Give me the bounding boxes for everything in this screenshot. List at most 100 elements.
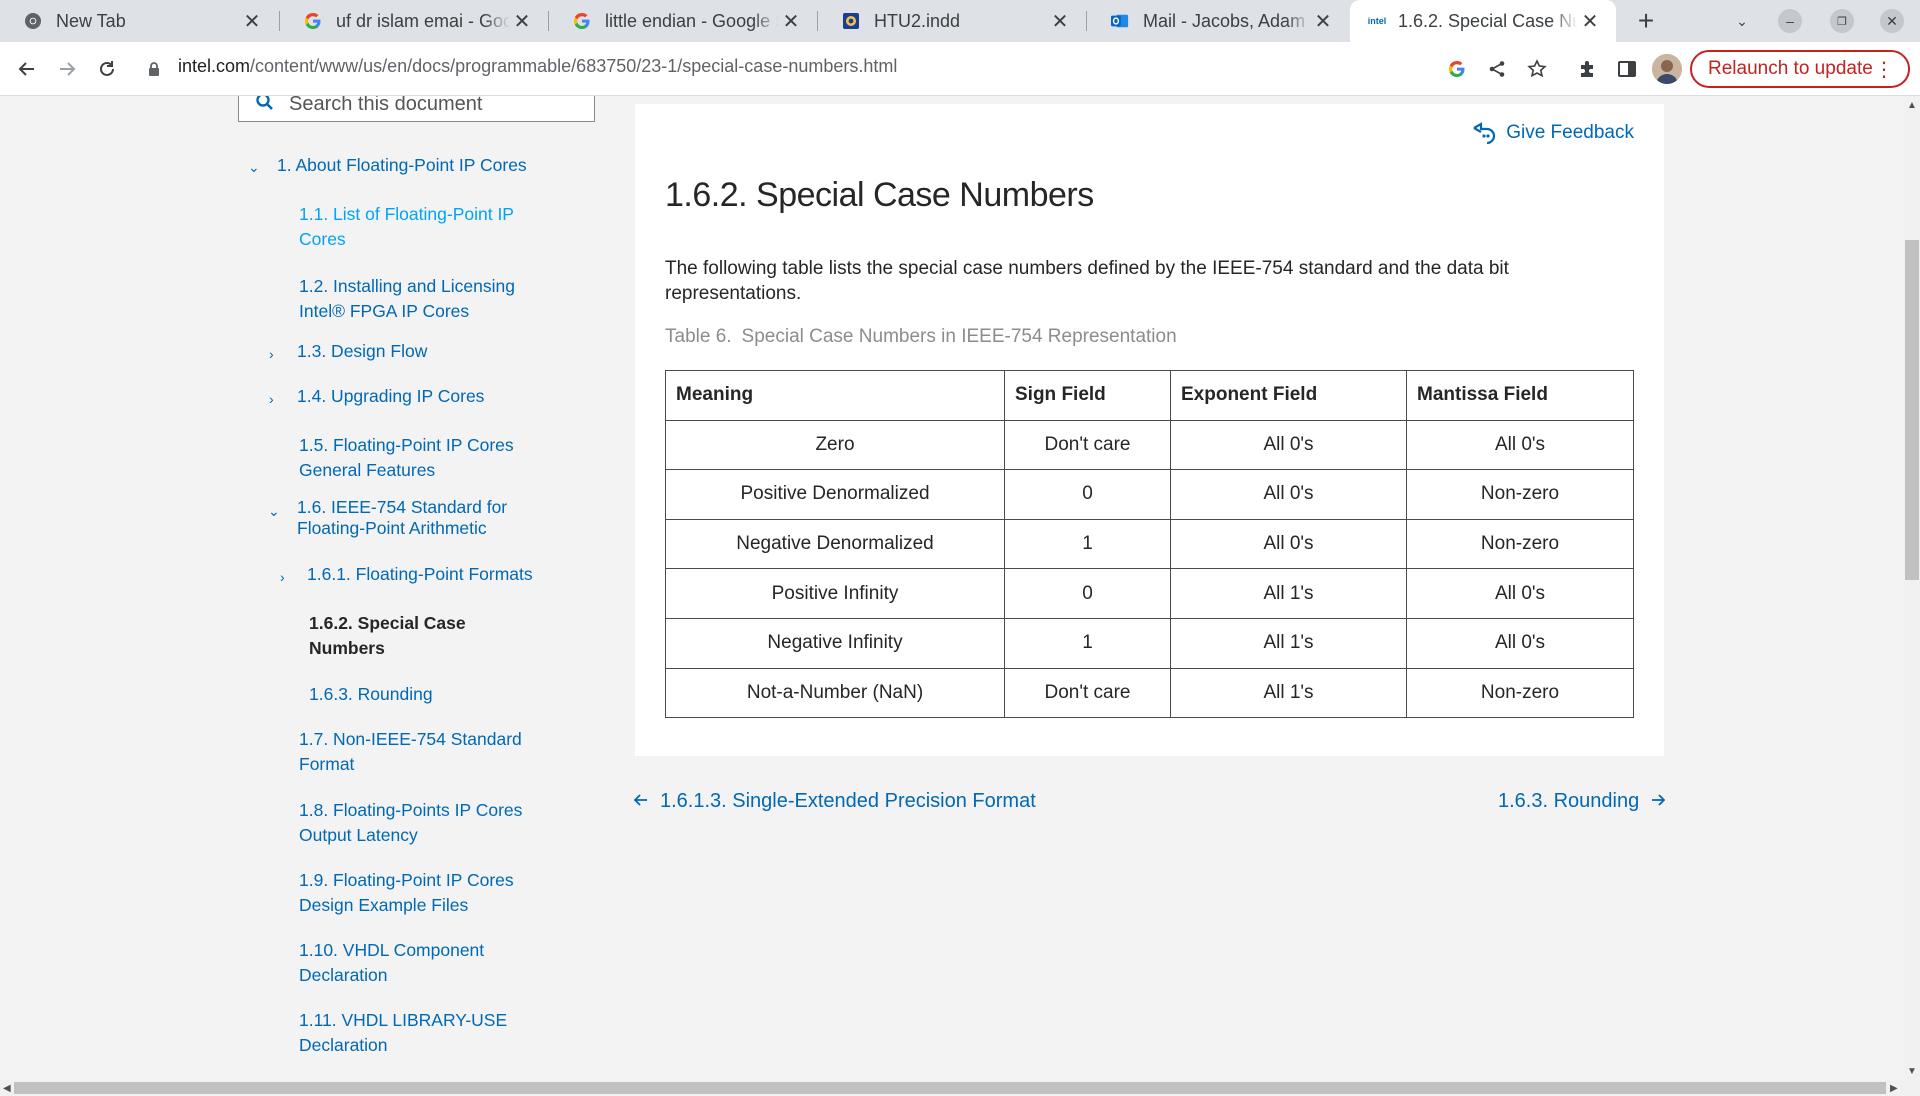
scroll-up-arrow-icon[interactable]: ▲ (1907, 100, 1917, 111)
chevron-down-icon[interactable]: ⌄ (268, 504, 282, 518)
toc-item-upgrading-ip-cores[interactable]: 1.4. Upgrading IP Cores (297, 384, 537, 409)
close-icon[interactable]: ✕ (1578, 9, 1602, 34)
toc-item-ieee-754-standard[interactable]: 1.6. IEEE-754 Standard for Floating-Poin… (297, 497, 537, 539)
tab-title: HTU2.indd (874, 10, 961, 31)
next-page-link[interactable]: 1.6.3. Rounding (1498, 790, 1666, 813)
previous-page-label: 1.6.1.3. Single-Extended Precision Forma… (660, 790, 1036, 812)
side-panel-icon[interactable] (1614, 56, 1640, 82)
tab-outlook-mail[interactable]: Mail - Jacobs, Adam S ✕ (1087, 0, 1349, 42)
table-row: Positive Denormalized 0 All 0's Non-zero (665, 469, 1634, 520)
more-menu-icon[interactable]: ⋮ (1874, 57, 1894, 82)
table-header-row: Meaning Sign Field Exponent Field Mantis… (665, 370, 1634, 421)
table-cell: Zero (665, 419, 1005, 471)
relaunch-to-update-button[interactable]: Relaunch to update ⋮ (1690, 50, 1910, 88)
toc-item-general-features[interactable]: 1.5. Floating-Point IP Cores General Fea… (299, 433, 539, 483)
new-tab-button[interactable]: + (1630, 5, 1662, 37)
tab-new-tab[interactable]: New Tab ✕ (0, 0, 278, 42)
table-cell: Negative Infinity (665, 617, 1005, 669)
toc-item-special-case-numbers[interactable]: 1.6.2. Special Case Numbers (309, 611, 489, 661)
tab-google-search-2[interactable]: little endian - Google Search ✕ (549, 0, 817, 42)
feedback-icon (1473, 122, 1496, 144)
column-header: Meaning (665, 370, 1005, 421)
previous-page-link[interactable]: 1.6.1.3. Single-Extended Precision Forma… (633, 790, 1036, 813)
toc-item-design-example-files[interactable]: 1.9. Floating-Point IP Cores Design Exam… (299, 868, 539, 918)
next-page-label: 1.6.3. Rounding (1498, 790, 1640, 812)
table-cell: 1 (1004, 617, 1171, 669)
table-caption-text: Special Case Numbers in IEEE-754 Represe… (741, 326, 1177, 347)
extensions-icon[interactable] (1574, 56, 1600, 82)
profile-avatar[interactable] (1652, 54, 1682, 84)
table-cell: Negative Denormalized (665, 518, 1005, 570)
search-input[interactable] (289, 96, 569, 116)
toc-item-floating-point-formats[interactable]: 1.6.1. Floating-Point Formats (307, 562, 547, 587)
share-icon[interactable] (1484, 56, 1510, 82)
give-feedback-label: Give Feedback (1506, 122, 1634, 143)
tab-title: New Tab (56, 10, 126, 31)
toc-item-output-latency[interactable]: 1.8. Floating-Points IP Cores Output Lat… (299, 798, 539, 848)
toc-item-about-floating-point[interactable]: 1. About Floating-Point IP Cores (277, 153, 577, 178)
url-host: intel.com (178, 56, 251, 76)
column-header: Sign Field (1004, 370, 1171, 421)
toc-item-list-of-ip-cores[interactable]: 1.1. List of Floating-Point IP Cores (299, 202, 539, 252)
table-cell: Non-zero (1406, 518, 1634, 570)
scroll-down-arrow-icon[interactable]: ▼ (1907, 1066, 1917, 1077)
table-row: Positive Infinity 0 All 1's All 0's (665, 568, 1634, 619)
tab-title: 1.6.2. Special Case Numbers (1398, 10, 1578, 31)
toc-item-non-ieee-754[interactable]: 1.7. Non-IEEE-754 Standard Format (299, 727, 539, 777)
close-icon[interactable]: ✕ (1048, 9, 1072, 34)
scroll-left-arrow-icon[interactable]: ◀ (3, 1083, 11, 1094)
reload-button[interactable] (92, 54, 122, 84)
lock-icon[interactable] (148, 62, 160, 82)
tab-search-chevron-icon[interactable]: ⌄ (1730, 9, 1754, 33)
table-row: Zero Don't care All 0's All 0's (665, 419, 1634, 471)
table-cell: Positive Denormalized (665, 469, 1005, 520)
chevron-right-icon[interactable]: › (269, 392, 283, 406)
tab-title: uf dr islam emai - Google Search (336, 10, 510, 31)
special-case-table: Meaning Sign Field Exponent Field Mantis… (665, 370, 1634, 719)
close-icon[interactable]: ✕ (510, 9, 534, 34)
page-content: ⌄ 1. About Floating-Point IP Cores 1.1. … (0, 96, 1904, 1080)
table-cell: All 0's (1406, 617, 1634, 669)
horizontal-scrollbar-thumb[interactable] (14, 1082, 1886, 1094)
table-cell: Don't care (1004, 419, 1171, 471)
table-cell: All 1's (1170, 667, 1407, 719)
tab-special-case-numbers[interactable]: intel 1.6.2. Special Case Numbers ✕ (1350, 0, 1616, 42)
google-lens-icon[interactable] (1444, 56, 1470, 82)
restore-button[interactable]: ❐ (1830, 9, 1854, 33)
bookmark-star-icon[interactable] (1524, 56, 1550, 82)
scroll-right-arrow-icon[interactable]: ▶ (1890, 1083, 1898, 1094)
close-window-button[interactable]: ✕ (1880, 9, 1904, 33)
chevron-right-icon[interactable]: › (269, 347, 283, 361)
table-cell: 1 (1004, 518, 1171, 570)
toc-item-vhdl-library-use[interactable]: 1.11. VHDL LIBRARY-USE Declaration (299, 1008, 539, 1058)
toc-item-installing-licensing[interactable]: 1.2. Installing and Licensing Intel® FPG… (299, 274, 539, 324)
forward-button[interactable] (52, 54, 82, 84)
chevron-right-icon[interactable]: › (280, 570, 294, 584)
table-cell: Don't care (1004, 667, 1171, 719)
minimize-button[interactable]: – (1778, 9, 1802, 33)
table-caption: Table 6. Special Case Numbers in IEEE-754… (665, 326, 1177, 348)
close-icon[interactable]: ✕ (1311, 9, 1335, 34)
table-cell: All 1's (1170, 617, 1407, 669)
toc-item-rounding[interactable]: 1.6.3. Rounding (309, 682, 549, 707)
intro-paragraph: The following table lists the special ca… (665, 258, 1509, 304)
tab-htu2-pdf[interactable]: HTU2.indd ✕ (818, 0, 1086, 42)
url-path: /content/www/us/en/docs/programmable/683… (250, 56, 898, 76)
browser-toolbar: intel.com/content/www/us/en/docs/program… (0, 42, 1920, 96)
address-bar[interactable]: intel.com/content/www/us/en/docs/program… (178, 56, 897, 77)
close-icon[interactable]: ✕ (240, 9, 264, 34)
close-icon[interactable]: ✕ (779, 9, 803, 34)
table-cell: All 0's (1170, 518, 1407, 570)
toc-item-vhdl-component[interactable]: 1.10. VHDL Component Declaration (299, 938, 539, 988)
chrome-icon (24, 12, 42, 30)
vertical-scrollbar-thumb[interactable] (1905, 240, 1919, 580)
tab-google-search-1[interactable]: uf dr islam emai - Google Search ✕ (280, 0, 548, 42)
table-cell: Not-a-Number (NaN) (665, 667, 1005, 719)
back-button[interactable] (12, 54, 42, 84)
search-document-box[interactable] (238, 96, 595, 122)
tab-title: little endian - Google Search (605, 10, 779, 31)
chevron-down-icon[interactable]: ⌄ (248, 160, 262, 174)
give-feedback-link[interactable]: Give Feedback (1472, 122, 1634, 144)
toc-item-design-flow[interactable]: 1.3. Design Flow (297, 339, 537, 364)
column-header: Mantissa Field (1406, 370, 1634, 421)
